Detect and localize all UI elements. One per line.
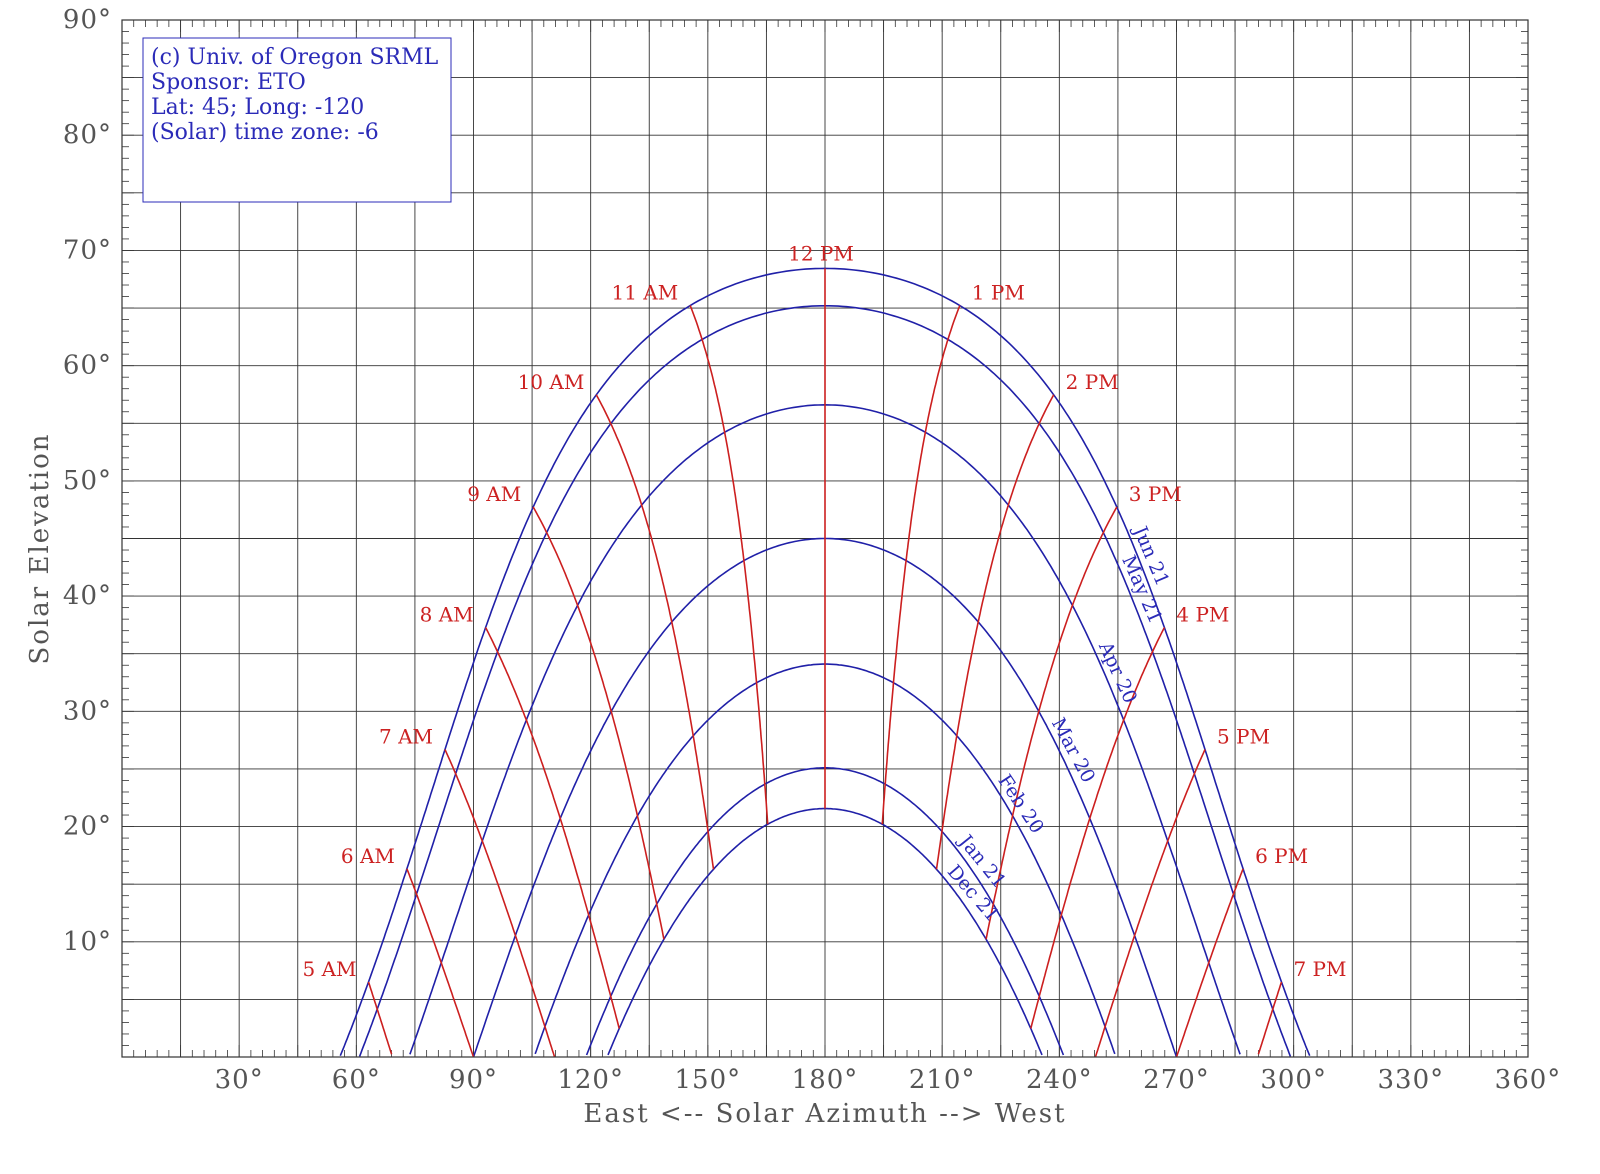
y-axis-title: Solar Elevation [25, 432, 55, 664]
hour-label: 4 PM [1176, 602, 1229, 626]
hour-label: 9 AM [467, 482, 521, 506]
x-tick-label: 30° [215, 1065, 264, 1095]
chart-canvas: 30° 60° 90° 120° 150° 180° 210° 240° 270… [0, 0, 1600, 1174]
y-tick-label: 20° [63, 812, 112, 842]
hour-label: 10 AM [518, 370, 585, 394]
y-axis-tick-labels: 10° 20° 30° 40° 50° 60° 70° 80° 90° [63, 5, 112, 957]
x-tick-label: 330° [1378, 1065, 1445, 1095]
x-tick-label: 300° [1260, 1065, 1327, 1095]
hour-label: 8 AM [420, 602, 474, 626]
x-tick-label: 240° [1026, 1065, 1093, 1095]
hour-label: 5 PM [1217, 724, 1270, 748]
hour-label: 7 PM [1293, 957, 1346, 981]
y-tick-label: 90° [63, 5, 112, 35]
x-tick-label: 270° [1143, 1065, 1210, 1095]
x-tick-label: 360° [1495, 1065, 1562, 1095]
x-tick-label: 60° [332, 1065, 381, 1095]
y-tick-label: 40° [63, 581, 112, 611]
y-tick-label: 80° [63, 120, 112, 150]
sun-path-chart: 30° 60° 90° 120° 150° 180° 210° 240° 270… [0, 0, 1600, 1174]
y-tick-label: 70° [63, 235, 112, 265]
x-tick-label: 210° [909, 1065, 976, 1095]
info-line: Sponsor: ETO [151, 70, 306, 95]
hour-label: 11 AM [611, 281, 678, 305]
x-tick-label: 90° [449, 1065, 498, 1095]
hour-label: 6 PM [1255, 844, 1308, 868]
hour-label: 6 AM [341, 844, 395, 868]
info-box: (c) Univ. of Oregon SRML Sponsor: ETO La… [142, 37, 452, 203]
info-line: (c) Univ. of Oregon SRML [151, 45, 439, 70]
hour-label: 2 PM [1066, 370, 1119, 394]
hour-label: 7 AM [379, 724, 433, 748]
hour-label: 1 PM [972, 281, 1025, 305]
y-tick-label: 60° [63, 351, 112, 381]
x-tick-label: 150° [675, 1065, 742, 1095]
info-line: Lat: 45; Long: -120 [151, 95, 364, 120]
x-tick-label: 120° [557, 1065, 624, 1095]
y-tick-label: 10° [63, 927, 112, 957]
y-tick-label: 30° [63, 696, 112, 726]
hour-label: 5 AM [303, 957, 357, 981]
y-tick-label: 50° [63, 466, 112, 496]
hour-label: 12 PM [788, 241, 854, 265]
info-line: (Solar) time zone: -6 [151, 120, 379, 145]
x-axis-title: East <-- Solar Azimuth --> West [583, 1099, 1066, 1129]
x-tick-label: 180° [792, 1065, 859, 1095]
hour-label: 3 PM [1129, 482, 1182, 506]
